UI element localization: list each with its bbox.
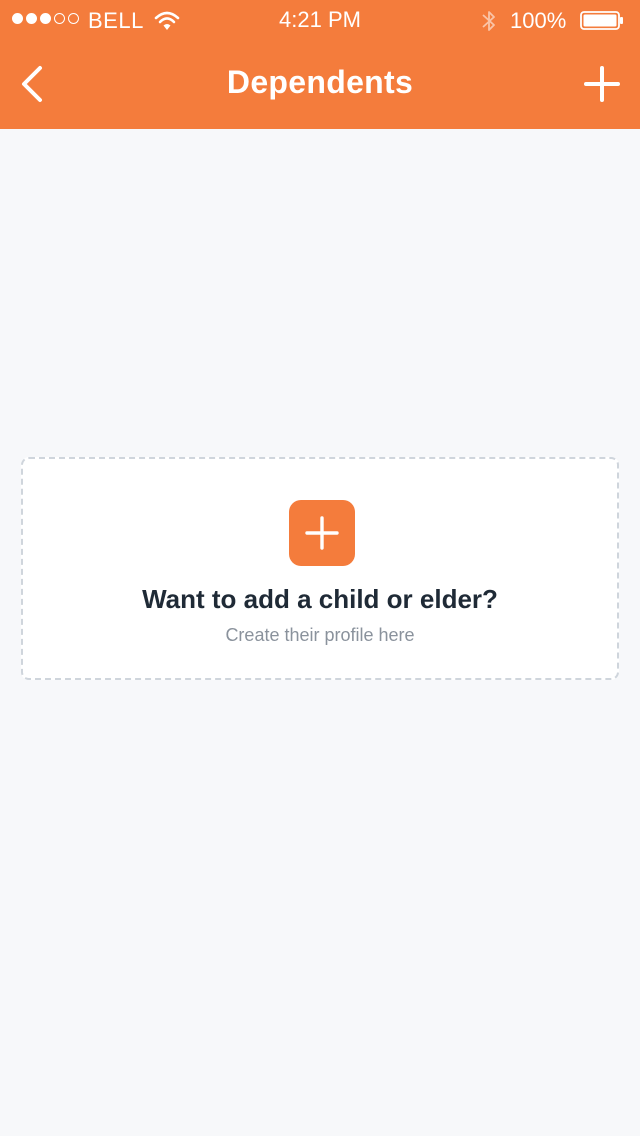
page-title: Dependents [226,64,414,100]
add-dependent-button[interactable] [582,64,622,104]
empty-state-subtitle: Create their profile here [225,625,415,645]
status-bar: BELL 4:21 PM 100% [0,0,640,40]
add-dependent-tile[interactable] [289,500,355,566]
header: BELL 4:21 PM 100% Dependents [0,0,640,129]
empty-state-title: Want to add a child or elder? [142,584,498,614]
battery-icon [580,11,623,30]
dependents-screen: BELL 4:21 PM 100% Dependents Want to add… [0,0,640,1136]
navigation-bar: Dependents [0,40,640,129]
battery-percentage: 100% [510,8,567,33]
add-dependent-card[interactable]: Want to add a child or elder? Create the… [21,457,619,680]
bluetooth-icon [482,11,495,31]
plus-icon [305,516,339,550]
plus-icon [584,66,620,102]
